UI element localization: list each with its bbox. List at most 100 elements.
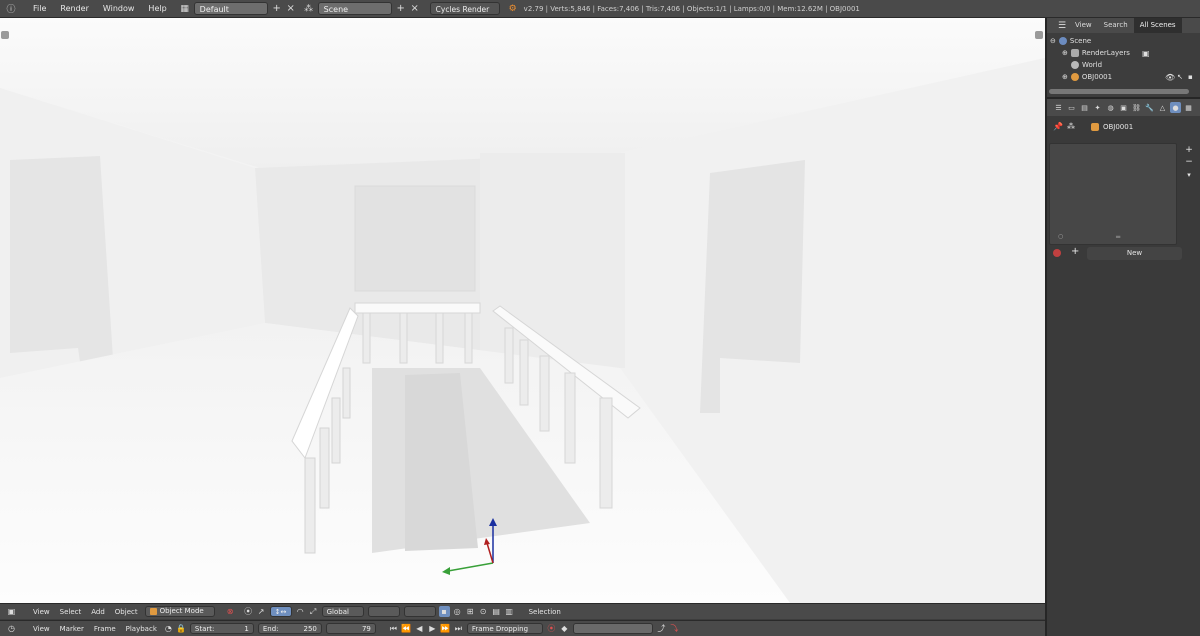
sync-mode-dropdown[interactable]: Frame Dropping <box>466 623 543 634</box>
object-mode-icon <box>149 608 157 615</box>
screen-layout-field[interactable]: Default <box>193 2 268 15</box>
menu-add[interactable]: Add <box>86 604 110 620</box>
list-resize-icon[interactable]: ○ <box>1058 233 1063 240</box>
timeline-editor-icon[interactable]: ◷ <box>6 623 17 634</box>
lock-camera-icon[interactable]: ▪ <box>438 606 450 617</box>
play-reverse-icon[interactable]: ◀ <box>414 623 425 634</box>
properties-editor-icon[interactable]: ☰ <box>1053 102 1064 113</box>
render-layer-icon[interactable]: ▣ <box>1142 49 1150 58</box>
lock-time-icon[interactable]: 🔒 <box>176 623 187 634</box>
scene-field[interactable]: Scene <box>317 2 392 15</box>
3d-view-editor-icon[interactable]: ▣ <box>6 606 17 617</box>
proportional-edit-icon[interactable]: ⊙ <box>478 606 489 617</box>
jump-end-icon[interactable]: ⏭ <box>453 623 464 634</box>
play-icon[interactable]: ▶ <box>427 623 438 634</box>
keyframe-icon[interactable]: ◆ <box>559 623 570 634</box>
pin-icon[interactable]: 📌 <box>1053 122 1063 131</box>
material-slot-list[interactable]: ○ ═ <box>1049 143 1177 245</box>
start-frame-field[interactable]: Start: 1 <box>189 623 254 634</box>
timeline-menu-marker[interactable]: Marker <box>55 621 89 636</box>
insert-keyframe-icon[interactable]: ⤴ <box>656 623 667 634</box>
layers-block-1[interactable] <box>367 606 400 617</box>
outliner-editor-icon[interactable]: ☰ <box>1055 19 1069 33</box>
outliner-item-world[interactable]: World <box>1047 59 1200 71</box>
keying-set-field[interactable] <box>572 623 653 634</box>
add-screen-icon[interactable]: + <box>271 3 283 15</box>
render-preview-icon[interactable]: ▤ <box>491 606 502 617</box>
end-frame-field[interactable]: End: 250 <box>257 623 322 634</box>
new-material-plus-icon[interactable]: + <box>1071 246 1079 257</box>
viewport-shading-icon[interactable]: ⊗ <box>225 606 236 617</box>
object-tab-icon[interactable]: ▣ <box>1118 102 1129 113</box>
screen-layout-icon[interactable]: ▦ <box>178 2 192 16</box>
menu-help[interactable]: Help <box>141 0 173 18</box>
viewport-corner-left-icon[interactable] <box>1 31 9 39</box>
render-layers-tab-icon[interactable]: ▤ <box>1079 102 1090 113</box>
data-tab-icon[interactable]: △ <box>1157 102 1168 113</box>
start-frame-label: Start: <box>194 625 215 633</box>
auto-keying-icon[interactable]: ⦿ <box>546 623 557 634</box>
menu-file[interactable]: File <box>26 0 53 18</box>
jump-keyframe-back-icon[interactable]: ⏪ <box>401 623 412 634</box>
transform-orientation-dropdown[interactable]: Global <box>321 606 364 617</box>
material-browse-icon[interactable] <box>1053 249 1061 257</box>
scale-manipulator-icon[interactable]: ⤢ <box>308 606 319 617</box>
render-camera-icon[interactable]: ▪ <box>1188 73 1193 81</box>
3d-viewport[interactable] <box>0 18 1045 603</box>
manipulator-modes[interactable]: ↕↔ <box>269 606 292 617</box>
snap-element-icon[interactable]: ⊞ <box>465 606 476 617</box>
visibility-eye-icon[interactable]: 👁 <box>1165 73 1175 82</box>
modifiers-tab-icon[interactable]: 🔧 <box>1144 102 1155 113</box>
mode-selector[interactable]: Object Mode <box>144 606 215 617</box>
render-engine-dropdown[interactable]: Cycles Render <box>429 2 500 15</box>
outliner-item-renderlayers[interactable]: ⊕ RenderLayers ▣ <box>1047 47 1200 59</box>
opengl-render-icon[interactable]: ▥ <box>504 606 515 617</box>
outliner-item-scene[interactable]: ⊖ Scene <box>1047 35 1200 47</box>
snap-icon[interactable]: ◎ <box>452 606 463 617</box>
outliner-tab-search[interactable]: Search <box>1098 18 1134 33</box>
timeline-menu-view[interactable]: View <box>28 621 55 636</box>
expand-icon[interactable]: ⊖ <box>1050 37 1056 45</box>
add-scene-icon[interactable]: + <box>395 3 407 15</box>
remove-scene-icon[interactable]: × <box>409 3 421 15</box>
timeline-menu-frame[interactable]: Frame <box>89 621 121 636</box>
expand-icon[interactable]: ⊕ <box>1062 73 1068 81</box>
outliner-item-obj0001[interactable]: ⊕ OBJ0001 👁 ↖ ▪ <box>1047 71 1200 83</box>
scene-tab-icon[interactable]: ✦ <box>1092 102 1103 113</box>
outliner-tab-all-scenes[interactable]: All Scenes <box>1133 18 1182 33</box>
menu-window[interactable]: Window <box>96 0 142 18</box>
list-grip-icon[interactable]: ═ <box>1116 233 1120 241</box>
menu-view[interactable]: View <box>28 604 55 620</box>
outliner-tab-view[interactable]: View <box>1069 18 1098 33</box>
material-tab-icon[interactable]: ● <box>1170 102 1181 113</box>
properties-header: ☰ ▭ ▤ ✦ ◍ ▣ ⛓ 🔧 △ ● ▦ <box>1047 99 1200 116</box>
scene-icon[interactable]: ⁂ <box>302 2 316 16</box>
render-tab-icon[interactable]: ▭ <box>1066 102 1077 113</box>
add-material-slot-button[interactable]: + <box>1184 145 1194 155</box>
world-tab-icon[interactable]: ◍ <box>1105 102 1116 113</box>
new-material-button[interactable]: New <box>1087 247 1182 260</box>
menu-select[interactable]: Select <box>55 604 87 620</box>
viewport-corner-right-icon[interactable] <box>1035 31 1043 39</box>
preview-range-icon[interactable]: ◔ <box>163 623 174 634</box>
remove-screen-icon[interactable]: × <box>285 3 297 15</box>
menu-object[interactable]: Object <box>110 604 143 620</box>
manipulator-toggle-icon[interactable]: ↗ <box>256 606 267 617</box>
constraints-tab-icon[interactable]: ⛓ <box>1131 102 1142 113</box>
layers-block-2[interactable] <box>403 606 436 617</box>
current-frame-field[interactable]: 79 <box>325 623 376 634</box>
expand-icon[interactable]: ⊕ <box>1062 49 1068 57</box>
menu-render[interactable]: Render <box>53 0 95 18</box>
pivot-point-icon[interactable]: ⦿ <box>243 606 254 617</box>
outliner-scrollbar[interactable] <box>1049 89 1189 94</box>
timeline-menu-playback[interactable]: Playback <box>121 621 162 636</box>
info-editor-icon[interactable]: ⓘ <box>4 2 18 16</box>
texture-tab-icon[interactable]: ▦ <box>1183 102 1194 113</box>
remove-material-slot-button[interactable]: − <box>1184 157 1194 167</box>
material-specials-icon[interactable]: ▾ <box>1184 170 1194 180</box>
jump-keyframe-forward-icon[interactable]: ⏩ <box>440 623 451 634</box>
delete-keyframe-icon[interactable]: ⤵ <box>669 623 680 634</box>
jump-start-icon[interactable]: ⏮ <box>388 623 399 634</box>
rotate-manipulator-icon[interactable]: ◠ <box>295 606 306 617</box>
selectable-cursor-icon[interactable]: ↖ <box>1177 73 1183 81</box>
